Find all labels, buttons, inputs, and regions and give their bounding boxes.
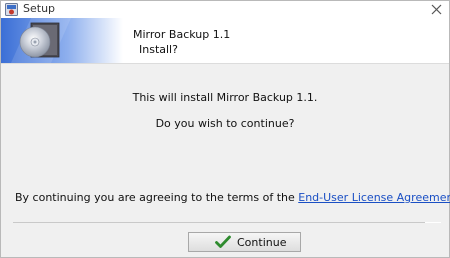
setup-window: Setup Mirror Backup 1.1 Install? This wi… [0, 0, 450, 258]
green-checkmark-icon [215, 235, 231, 248]
continue-label: Continue [237, 236, 287, 249]
title-bar[interactable]: Setup [1, 1, 449, 18]
content-panel: This will install Mirror Backup 1.1. Do … [1, 64, 450, 257]
footer-divider-highlight [425, 222, 441, 223]
footer-divider [13, 222, 425, 223]
terms-prefix: By continuing you are agreeing to the te… [15, 191, 299, 204]
install-message: This will install Mirror Backup 1.1. [132, 91, 318, 104]
header-title: Mirror Backup 1.1 [133, 28, 231, 41]
cd-disc-banner [1, 18, 123, 63]
eula-link[interactable]: End-User License Agreement [298, 191, 450, 204]
continue-question: Do you wish to continue? [155, 117, 295, 130]
setup-app-icon [5, 3, 18, 16]
terms-text: By continuing you are agreeing to the te… [15, 191, 450, 204]
close-icon[interactable] [430, 3, 443, 16]
header-band: Mirror Backup 1.1 Install? [1, 18, 449, 63]
window-title: Setup [23, 2, 56, 15]
continue-button[interactable]: Continue [188, 232, 301, 252]
header-subtitle: Install? [139, 43, 178, 56]
